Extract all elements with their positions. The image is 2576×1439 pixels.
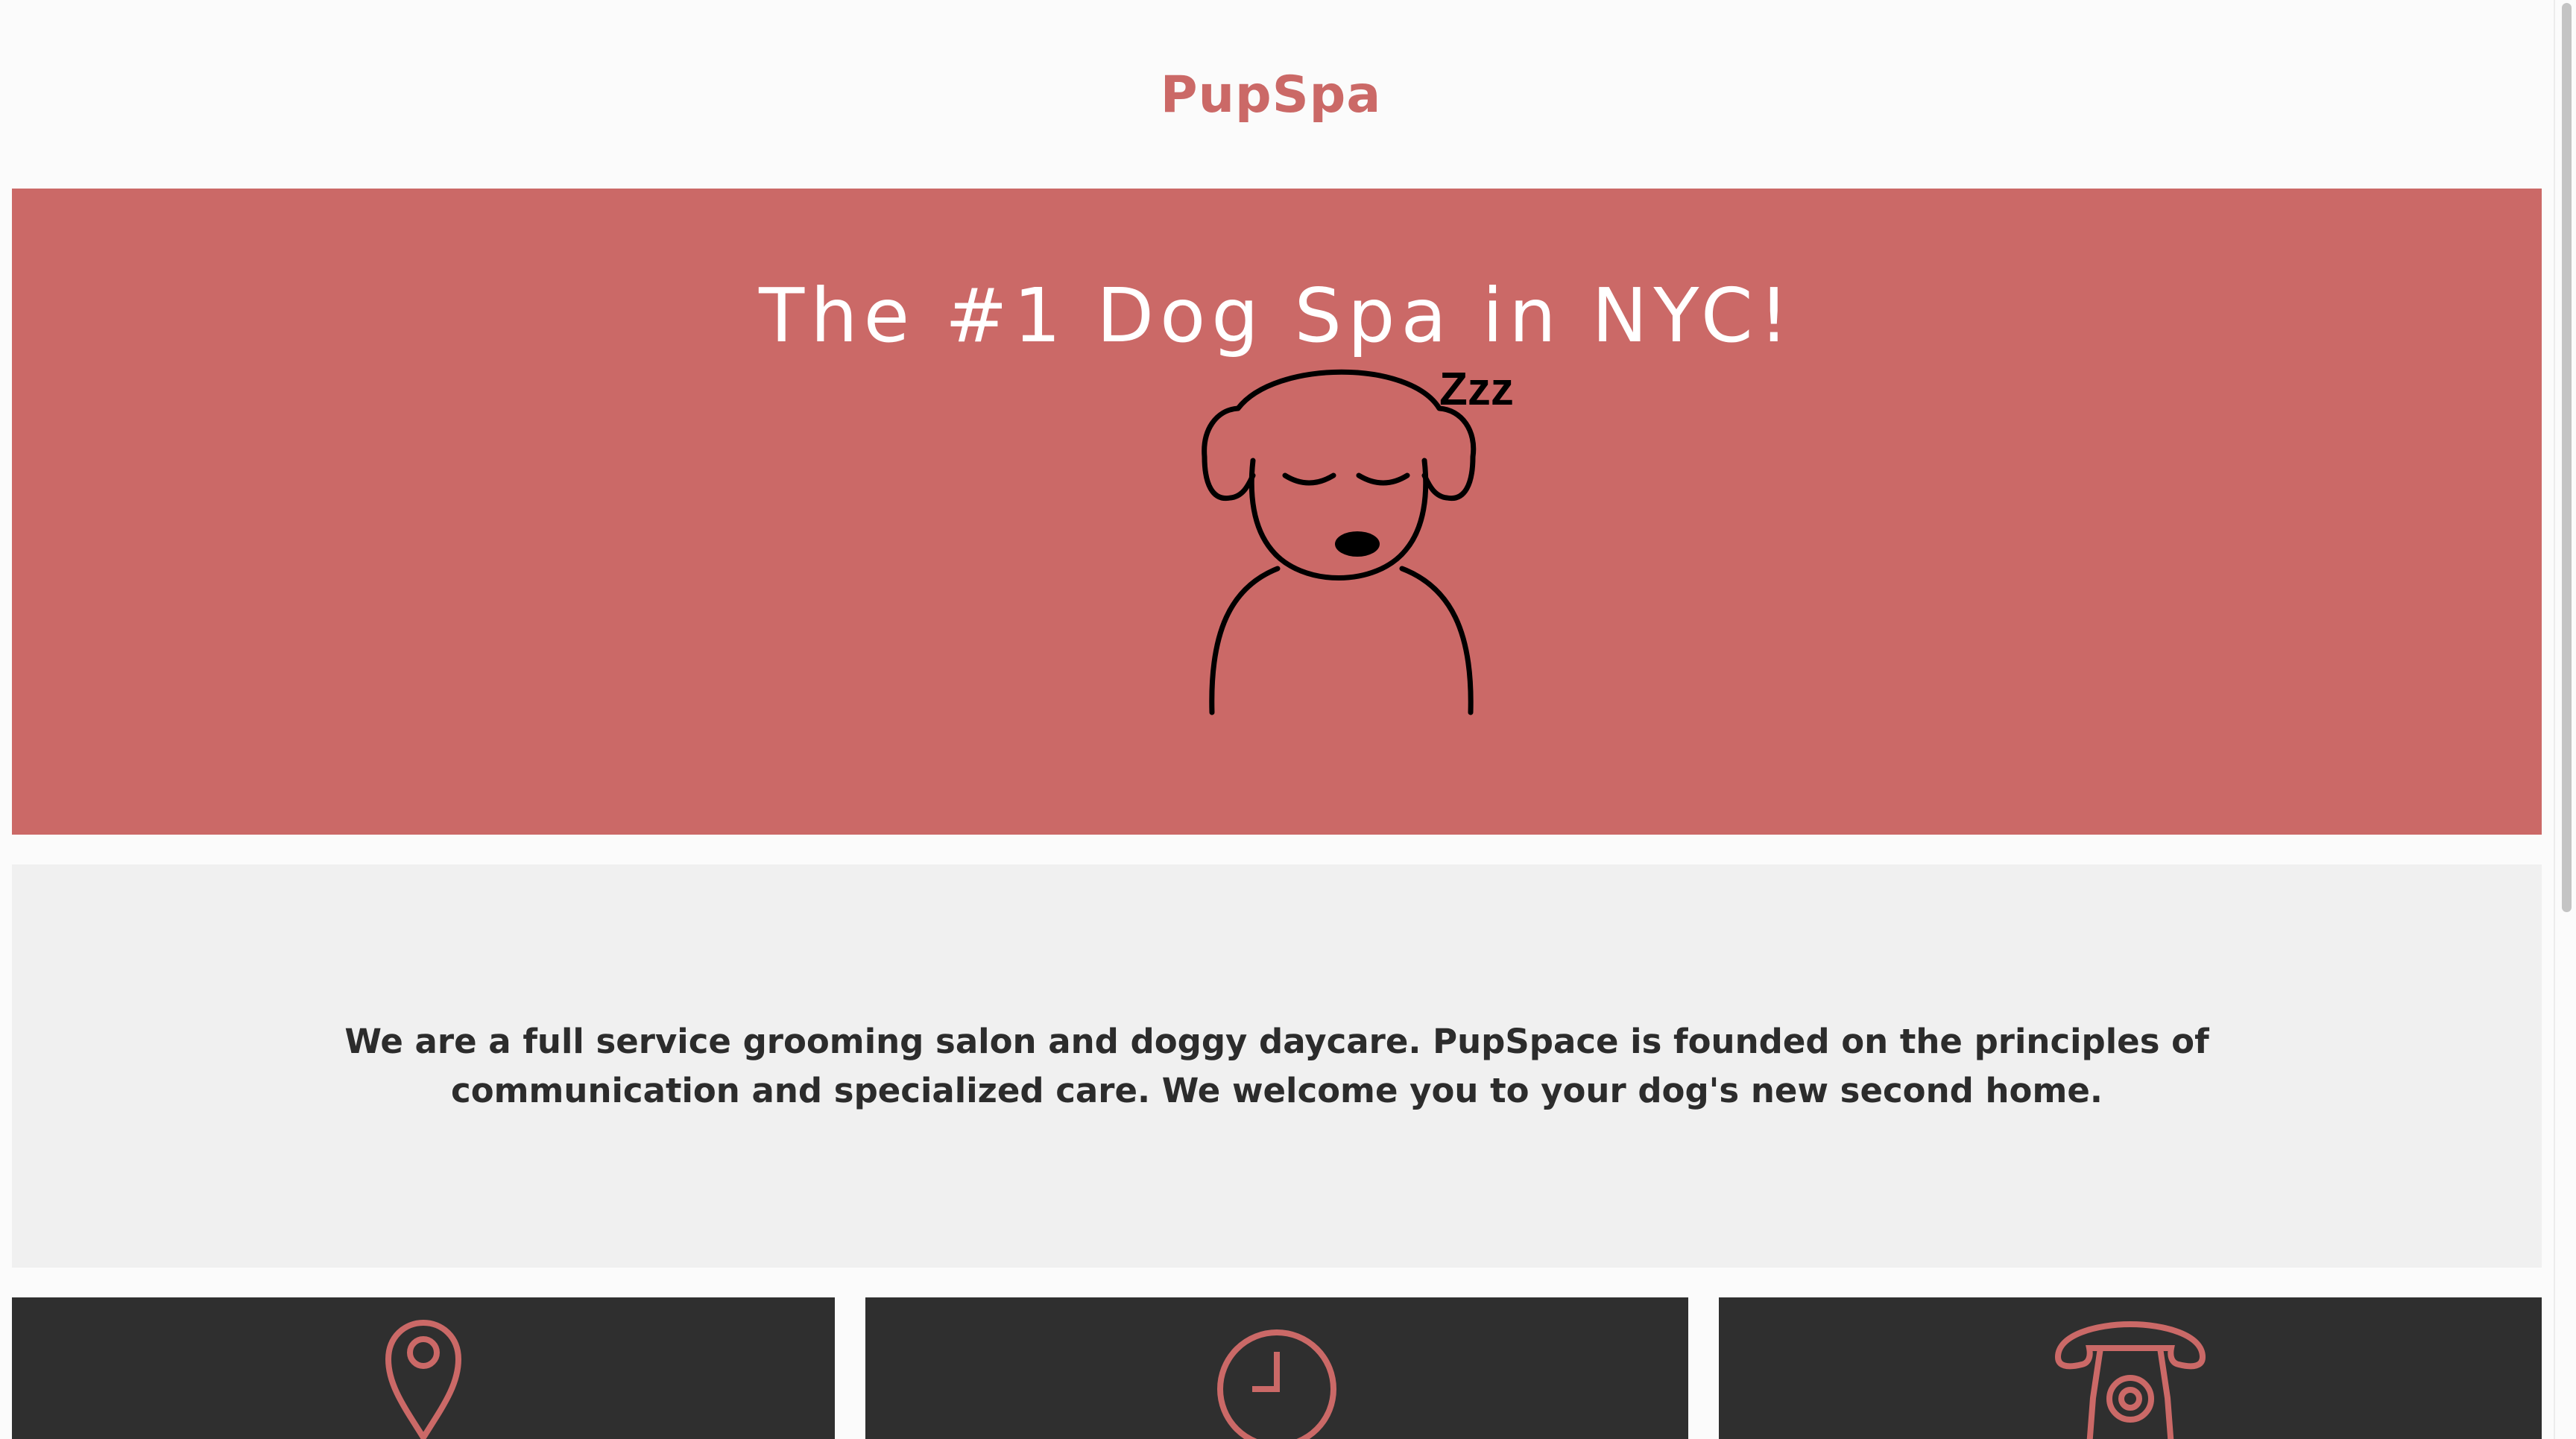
dog-left-ear	[1202, 405, 1256, 502]
dog-head-outline	[1235, 369, 1477, 502]
page-scrollbar[interactable]	[2554, 0, 2576, 1439]
dog-nose	[1335, 531, 1380, 557]
dog-right-eye	[1356, 472, 1410, 486]
telephone-icon	[2054, 1321, 2206, 1439]
brand-logo-link[interactable]: PupSpa	[1161, 66, 1381, 124]
about-text: We are a full service grooming salon and…	[344, 1021, 2209, 1110]
dog-body-right	[1399, 566, 1474, 715]
sleeping-dog-illustration: Zzz	[1202, 364, 1514, 715]
sleep-zzz-text: Zzz	[1439, 364, 1514, 415]
dog-body-left	[1209, 566, 1281, 715]
scrollbar-thumb[interactable]	[2562, 3, 2572, 912]
clock-icon	[1217, 1329, 1336, 1439]
location-pin-icon	[385, 1319, 462, 1439]
hero-banner: The #1 Dog Spa in NYC! Zzz	[12, 189, 2542, 835]
hours-card[interactable]	[865, 1297, 1688, 1439]
hero-title: The #1 Dog Spa in NYC!	[759, 272, 1795, 359]
site-header: PupSpa	[0, 0, 2542, 189]
dog-left-eye	[1282, 472, 1336, 486]
page: PupSpa The #1 Dog Spa in NYC! Zzz We are…	[0, 0, 2576, 1439]
info-cards	[12, 1297, 2542, 1439]
about-section: We are a full service grooming salon and…	[12, 864, 2542, 1268]
location-card[interactable]	[12, 1297, 835, 1439]
phone-card[interactable]	[1719, 1297, 2542, 1439]
